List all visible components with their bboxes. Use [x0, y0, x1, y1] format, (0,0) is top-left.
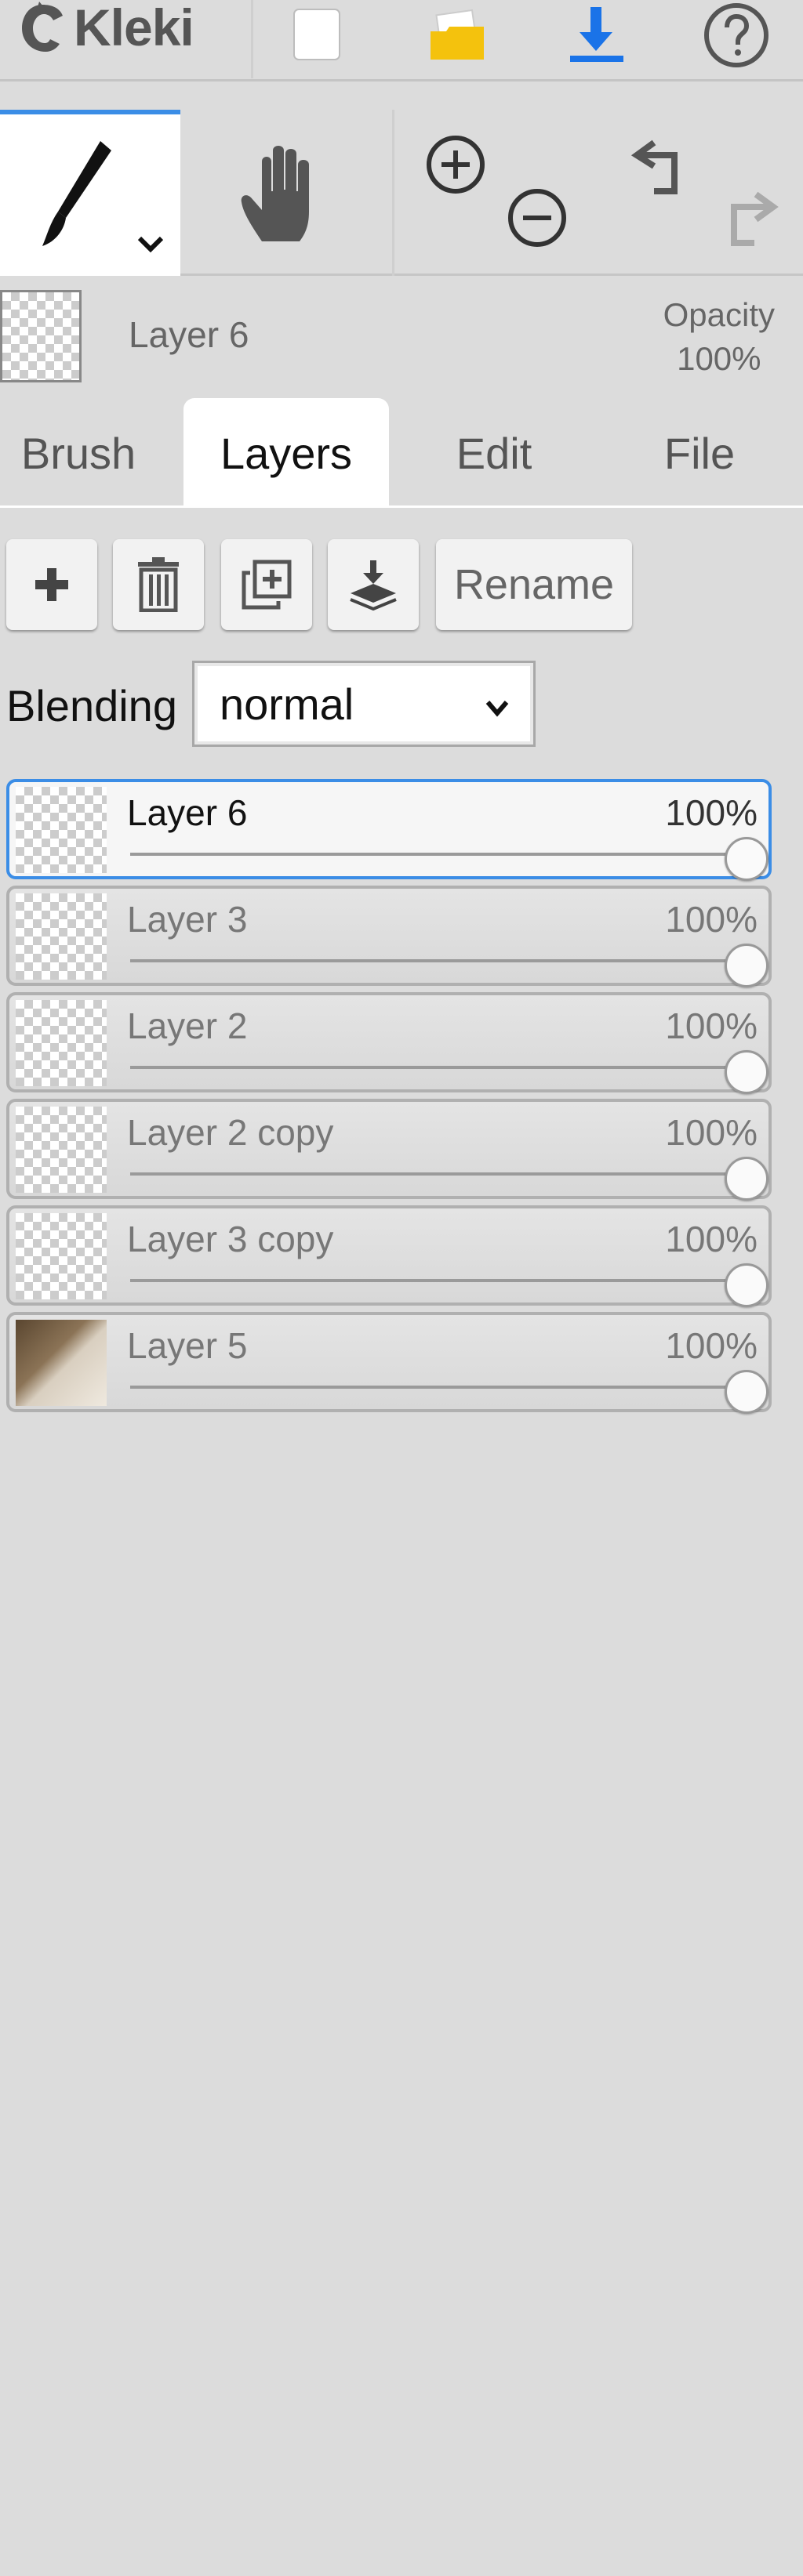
tab-brush[interactable]: Brush [0, 398, 157, 508]
blending-label: Blending [6, 681, 177, 730]
chevron-down-icon [485, 701, 509, 717]
layer-opacity-slider[interactable] [130, 1172, 747, 1176]
layer-row[interactable]: Layer 2 copy 100% [6, 1099, 772, 1201]
download-button[interactable] [561, 0, 632, 71]
layer-name: Layer 2 copy [127, 1112, 334, 1153]
merge-down-button[interactable] [328, 539, 419, 630]
layer-opacity-slider[interactable] [130, 959, 747, 962]
merge-down-icon [350, 560, 397, 610]
opacity-value: 100% [677, 340, 761, 377]
blending-control: Blending normal [6, 661, 803, 747]
layer-thumbnail [16, 1107, 107, 1193]
panel-tabs: Brush Layers Edit File [0, 398, 803, 508]
brush-icon [42, 141, 111, 246]
tab-edit[interactable]: Edit [392, 398, 596, 508]
layer-opacity-slider[interactable] [130, 1066, 747, 1069]
rename-layer-button[interactable]: Rename [436, 539, 632, 630]
chevron-down-icon[interactable] [135, 232, 166, 255]
layer-opacity-slider-handle[interactable] [725, 1370, 768, 1414]
layer-opacity-value: 100% [665, 792, 758, 833]
layer-opacity-slider-handle[interactable] [725, 1050, 768, 1094]
layer-thumbnail [16, 893, 107, 980]
layer-opacity-slider-handle[interactable] [725, 944, 768, 987]
blending-value: normal [220, 679, 354, 729]
layer-opacity-slider-handle[interactable] [725, 837, 768, 881]
trash-icon [138, 557, 179, 612]
new-document-button[interactable] [282, 0, 353, 71]
hand-icon [241, 146, 309, 241]
opacity-label: Opacity [663, 296, 775, 333]
redo-icon[interactable] [710, 187, 781, 257]
zoom-controls [392, 110, 598, 276]
opacity-control[interactable]: Opacity 100% [663, 293, 775, 381]
app-title: Kleki [74, 0, 194, 56]
layer-name: Layer 5 [127, 1325, 248, 1366]
add-layer-button[interactable] [6, 539, 97, 630]
layer-name: Layer 2 [127, 1005, 248, 1046]
help-icon [704, 3, 768, 67]
plus-icon [35, 568, 68, 601]
kleki-logo-icon [22, 2, 63, 52]
download-icon [570, 7, 623, 62]
layer-opacity-slider[interactable] [130, 1279, 747, 1282]
layer-thumbnail [16, 1000, 107, 1086]
current-layer-thumbnail [0, 290, 82, 382]
layer-row[interactable]: Layer 2 100% [6, 992, 772, 1094]
layer-row[interactable]: Layer 5 100% [6, 1312, 772, 1414]
zoom-in-icon[interactable] [423, 132, 489, 197]
layer-thumbnail [16, 1213, 107, 1299]
hand-tool-button[interactable] [182, 110, 391, 276]
current-layer-name: Layer 6 [129, 314, 249, 355]
layer-opacity-slider[interactable] [130, 853, 747, 856]
top-bar: Kleki [0, 0, 803, 82]
layer-name: Layer 3 copy [127, 1219, 334, 1259]
zoom-out-icon[interactable] [504, 185, 570, 251]
app-logo: Kleki [16, 0, 194, 56]
help-button[interactable] [701, 0, 772, 71]
blending-select[interactable]: normal [192, 661, 536, 747]
layer-actions: Rename [0, 539, 803, 632]
layer-name: Layer 6 [127, 792, 248, 833]
layer-opacity-value: 100% [665, 1325, 758, 1366]
layer-opacity-value: 100% [665, 899, 758, 940]
delete-layer-button[interactable] [113, 539, 204, 630]
top-divider [251, 0, 253, 78]
duplicate-icon [242, 560, 292, 610]
history-controls [612, 110, 803, 276]
layer-opacity-slider-handle[interactable] [725, 1157, 768, 1201]
new-document-icon [293, 9, 340, 60]
tool-bar [0, 110, 803, 276]
layer-row[interactable]: Layer 3 copy 100% [6, 1205, 772, 1307]
tab-layers[interactable]: Layers [183, 398, 389, 508]
current-layer-panel: Layer 6 Opacity 100% [0, 282, 803, 392]
layer-thumbnail [16, 787, 107, 873]
layer-opacity-slider-handle[interactable] [725, 1263, 768, 1307]
layer-opacity-slider[interactable] [130, 1386, 747, 1389]
layer-opacity-value: 100% [665, 1219, 758, 1259]
layer-row[interactable]: Layer 3 100% [6, 886, 772, 987]
open-file-button[interactable] [423, 0, 494, 71]
layer-name: Layer 3 [127, 899, 248, 940]
open-folder-icon [431, 9, 484, 60]
layer-opacity-value: 100% [665, 1112, 758, 1153]
brush-tool-button[interactable] [0, 110, 180, 276]
duplicate-layer-button[interactable] [221, 539, 312, 630]
undo-icon[interactable] [630, 135, 701, 205]
tab-file[interactable]: File [604, 398, 795, 508]
layer-opacity-value: 100% [665, 1005, 758, 1046]
layer-row[interactable]: Layer 6 100% [6, 779, 772, 881]
layer-thumbnail [16, 1320, 107, 1406]
